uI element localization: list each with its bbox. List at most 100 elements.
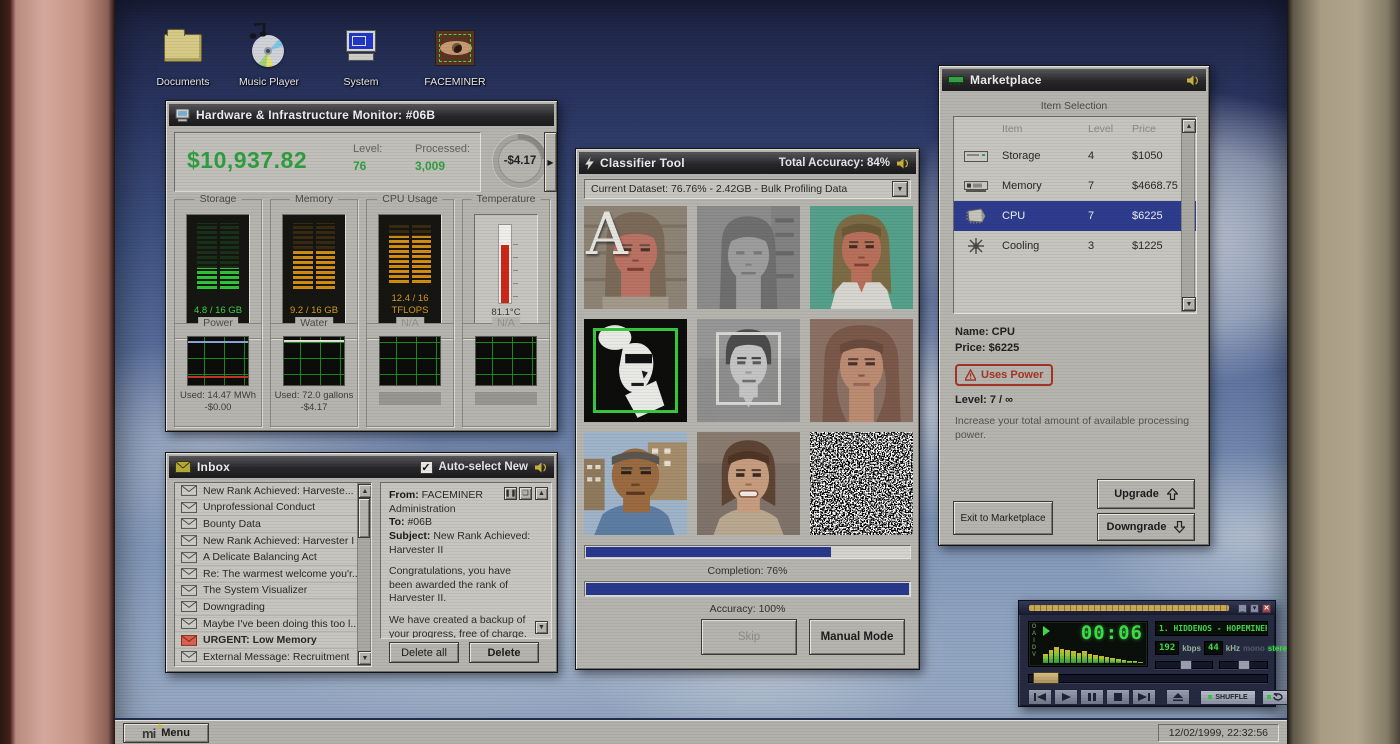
menu-button[interactable]: mi ✦ Menu (123, 722, 209, 743)
scroll-down-button[interactable]: ▼ (358, 651, 371, 665)
delete-all-button[interactable]: Delete all (389, 642, 459, 663)
expand-arrow-button[interactable]: ▶ (544, 132, 557, 192)
mail-item[interactable]: New Rank Achieved: Harveste... (175, 483, 371, 500)
pause-button[interactable]: ❚❚ (504, 487, 517, 500)
mail-item[interactable]: Downgrading (175, 599, 371, 616)
frequency-value: 44 (1203, 641, 1223, 655)
mail-item[interactable]: The System Visualizer (175, 583, 371, 600)
item-row-cooling[interactable]: Cooling 3 $1225 (954, 231, 1196, 261)
popout-button[interactable]: ❏ (519, 487, 532, 500)
volume-slider[interactable] (1155, 660, 1213, 670)
face-tile-2[interactable] (697, 206, 800, 309)
mail-item[interactable]: Re: The warmest welcome you'r... (175, 566, 371, 583)
scroll-up-button[interactable]: ▲ (358, 484, 371, 498)
mail-list: New Rank Achieved: Harveste... Unprofess… (174, 482, 372, 667)
autoselect-checkbox[interactable]: ✓ (419, 460, 433, 474)
skip-button[interactable]: Skip (701, 619, 797, 655)
minimize-button[interactable]: _ (1238, 603, 1247, 613)
previous-button[interactable] (1028, 689, 1052, 705)
titlebar[interactable]: Hardware & Infrastructure Monitor: #06B (169, 104, 554, 126)
desktop-icon-faceminer[interactable]: FACEMINER (417, 26, 493, 88)
mail-item[interactable]: Maybe I've been doing this too l... (175, 616, 371, 633)
spectrum-analyzer (1043, 645, 1143, 663)
scroll-down-button[interactable]: ▼ (1182, 297, 1196, 311)
speaker-icon[interactable] (1186, 75, 1200, 86)
upgrade-button[interactable]: Upgrade (1097, 479, 1195, 509)
speaker-icon[interactable] (896, 158, 910, 169)
folder-icon (164, 29, 202, 62)
window-hardware-monitor: Hardware & Infrastructure Monitor: #06B … (165, 100, 558, 432)
mail-item[interactable]: External Message: Recruitment (175, 649, 371, 666)
eject-button[interactable] (1166, 689, 1190, 705)
mail-icon (181, 518, 197, 530)
balance-slider[interactable] (1219, 660, 1268, 670)
memory-value: 9.2 / 16 GB (289, 305, 339, 317)
completion-label: Completion: 76% (707, 565, 788, 577)
scroll-thumb[interactable] (358, 498, 370, 538)
desktop-icon-music-player[interactable]: Music Player (231, 23, 307, 88)
mail-item[interactable]: A Delicate Balancing Act (175, 549, 371, 566)
repeat-button[interactable] (1262, 689, 1287, 705)
face-tile-3[interactable] (810, 206, 913, 309)
clutterbar[interactable]: OAIDV (1029, 622, 1039, 666)
message-scroll-down-button[interactable]: ▼ (535, 621, 548, 634)
bitrate-value: 192 (1155, 641, 1180, 655)
envelope-icon (175, 461, 191, 473)
item-row-cpu-selected[interactable]: CPU 7 $6225 (954, 201, 1196, 231)
downgrade-button[interactable]: Downgrade (1097, 513, 1195, 541)
shuffle-button[interactable]: SHUFFLE (1200, 689, 1256, 705)
snowflake-icon (968, 238, 984, 254)
face-tile-4[interactable] (584, 319, 687, 422)
speaker-icon[interactable] (534, 462, 548, 473)
face-tile-1[interactable]: A (584, 206, 687, 309)
uses-power-badge: Uses Power (955, 364, 1054, 386)
pause-button[interactable] (1080, 689, 1104, 705)
na-placeholder-bar (475, 392, 537, 405)
item-row-memory[interactable]: Memory 7 $4668.75 (954, 171, 1196, 201)
shade-button[interactable]: ▾ (1250, 603, 1259, 613)
window-classifier-tool: Classifier Tool Total Accuracy: 84% Curr… (575, 148, 920, 670)
power-used: Used: 14.47 MWh (179, 390, 257, 401)
next-button[interactable] (1132, 689, 1156, 705)
dataset-dropdown[interactable]: Current Dataset: 76.76% - 2.42GB - Bulk … (584, 179, 911, 199)
seek-handle[interactable] (1033, 672, 1059, 684)
window-inbox: Inbox ✓ Auto-select New New Rank Achieve… (165, 452, 558, 673)
message-scroll-up-button[interactable]: ▲ (535, 487, 548, 500)
close-icon[interactable]: ✕ (1262, 603, 1271, 613)
cpu-chip-icon (966, 208, 986, 224)
balance-value: $10,937.82 (187, 147, 308, 173)
seek-bar[interactable] (1028, 672, 1268, 684)
titlebar[interactable]: Inbox ✓ Auto-select New (169, 456, 554, 478)
delete-button[interactable]: Delete (469, 642, 539, 663)
titlebar[interactable]: Classifier Tool Total Accuracy: 84% (579, 152, 916, 174)
track-time: 00:06 (1080, 622, 1143, 644)
item-row-storage[interactable]: Storage 4 $1050 (954, 141, 1196, 171)
desktop-icon-documents[interactable]: Documents (145, 26, 221, 88)
mail-item[interactable]: Bounty Data (175, 516, 371, 533)
mail-item[interactable]: Unprofessional Conduct (175, 500, 371, 517)
face-tile-5[interactable] (697, 319, 800, 422)
window-marketplace: Marketplace Item Selection Item Level Pr… (938, 65, 1210, 546)
mail-item-urgent[interactable]: URGENT: Low Memory (175, 632, 371, 649)
mail-item[interactable]: New Rank Achieved: Harvester I (175, 533, 371, 550)
titlebar[interactable]: Marketplace (942, 69, 1206, 91)
letter-a-overlay: A (586, 206, 628, 268)
exit-marketplace-button[interactable]: Exit to Marketplace (953, 501, 1053, 535)
face-tile-8[interactable] (697, 432, 800, 535)
cpu-unit: TFLOPS (391, 305, 429, 317)
scroll-up-button[interactable]: ▲ (1182, 119, 1196, 133)
chevron-down-icon[interactable]: ▼ (892, 181, 908, 197)
stop-button[interactable] (1106, 689, 1130, 705)
selection-box-gray (716, 332, 781, 405)
item-list: Item Level Price Storage 4 $1050 Memory … (953, 116, 1197, 314)
mail-list-scrollbar[interactable]: ▲ ▼ (357, 483, 371, 666)
face-tile-7[interactable] (584, 432, 687, 535)
noise-tile[interactable] (810, 432, 913, 535)
from-label: From: (389, 489, 419, 501)
play-button[interactable] (1054, 689, 1078, 705)
manual-mode-button[interactable]: Manual Mode (809, 619, 905, 655)
face-tile-6[interactable] (810, 319, 913, 422)
item-list-scrollbar[interactable]: ▲ ▼ (1181, 118, 1196, 312)
desktop-icon-system[interactable]: System (323, 26, 399, 88)
player-titlebar[interactable]: _ ▾ ✕ (1019, 601, 1275, 615)
